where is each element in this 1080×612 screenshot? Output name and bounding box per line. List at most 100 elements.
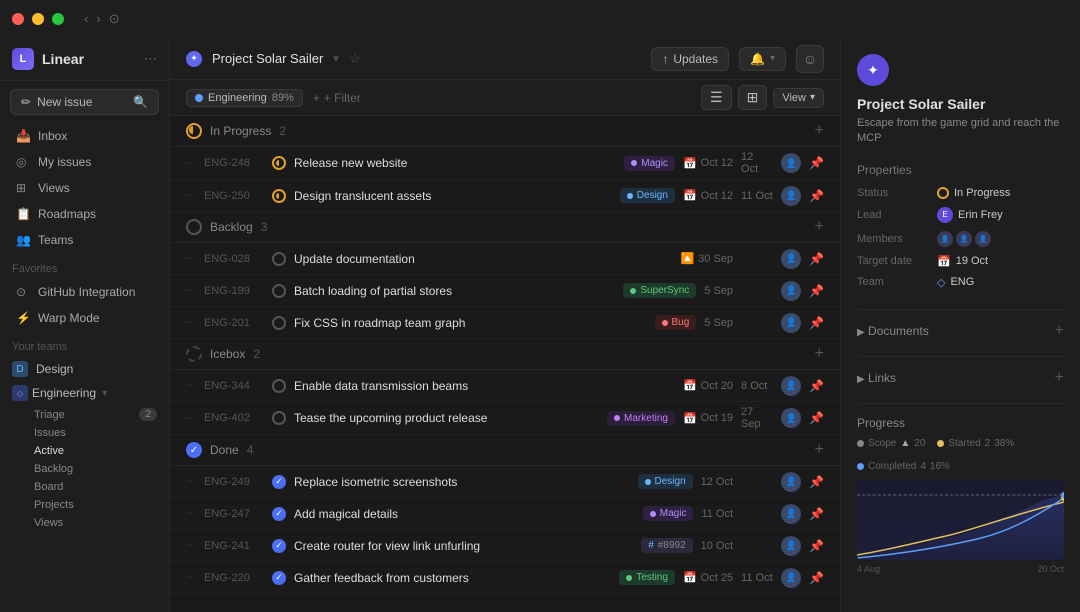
issue-title: Gather feedback from customers <box>294 571 611 585</box>
divider <box>857 356 1064 357</box>
new-issue-label: New issue <box>37 95 92 109</box>
issue-tag[interactable]: Bug <box>655 315 697 330</box>
issue-title: Add magical details <box>294 507 635 521</box>
list-icon: ☰ <box>710 89 723 106</box>
status-icon: ✓ <box>272 571 286 585</box>
issue-date: 🔼30 Sep <box>680 252 733 265</box>
table-row[interactable]: ⋯ ENG-028 Update documentation 🔼30 Sep 👤… <box>170 243 840 275</box>
group-header-icebox[interactable]: Icebox 2 + <box>170 339 840 370</box>
status-icon <box>272 189 286 203</box>
sidebar-item-github[interactable]: ⊙ GitHub Integration <box>4 280 165 304</box>
issue-tag[interactable]: Testing <box>619 570 675 585</box>
table-row[interactable]: ⋯ ENG-248 Release new website Magic 📅Oct… <box>170 147 840 180</box>
status-icon <box>272 252 286 266</box>
issue-tag[interactable]: Magic <box>624 156 675 171</box>
sidebar-menu-icon[interactable]: ⋯ <box>144 51 157 67</box>
pin-icon: 📌 <box>809 189 824 203</box>
add-in-progress-button[interactable]: + <box>815 122 824 140</box>
sidebar-item-triage[interactable]: Triage 2 <box>0 405 169 424</box>
issue-date: 5 Sep <box>704 317 733 329</box>
progress-chart <box>857 480 1064 560</box>
completed-legend: Completed 4 16% <box>857 461 950 472</box>
history-button[interactable]: ⊙ <box>109 11 120 27</box>
issue-tag[interactable]: Design <box>620 188 675 203</box>
add-filter-button[interactable]: + + Filter <box>313 91 361 105</box>
member-avatar: 👤 <box>937 231 953 247</box>
issue-id: ENG-220 <box>204 572 264 584</box>
table-row[interactable]: ⋯ ENG-201 Fix CSS in roadmap team graph … <box>170 307 840 339</box>
scope-dot <box>857 440 864 447</box>
sidebar-item-issues[interactable]: Issues <box>0 424 169 442</box>
engineering-filter[interactable]: Engineering 89% <box>186 89 303 107</box>
issue-tag[interactable]: ##8992 <box>641 538 692 553</box>
started-dot <box>937 440 944 447</box>
list-view-button[interactable]: ☰ <box>701 85 732 110</box>
group-header-backlog[interactable]: Backlog 3 + <box>170 212 840 243</box>
members-property: Members 👤 👤 👤 <box>857 231 1064 247</box>
issue-due-date: 12 Oct <box>741 151 773 175</box>
views-icon: ⊞ <box>16 181 30 195</box>
group-header-in-progress[interactable]: In Progress 2 + <box>170 116 840 147</box>
sidebar-item-inbox[interactable]: 📥 Inbox <box>4 124 165 148</box>
sidebar-item-warp[interactable]: ⚡ Warp Mode <box>4 306 165 330</box>
lead-label: Lead <box>857 209 929 221</box>
pin-icon: 📌 <box>809 539 824 553</box>
drag-handle-icon: ⋯ <box>186 572 196 583</box>
new-issue-button[interactable]: ✏ New issue 🔍 <box>10 89 159 115</box>
table-row[interactable]: ⋯ ENG-402 Tease the upcoming product rel… <box>170 402 840 435</box>
sidebar-item-projects[interactable]: Projects <box>0 496 169 514</box>
sidebar-item-roadmaps[interactable]: 📋 Roadmaps <box>4 202 165 226</box>
updates-button[interactable]: ↑ Updates <box>651 47 729 71</box>
chevron-down-icon[interactable]: ▾ <box>333 52 339 65</box>
add-link-button[interactable]: + <box>1055 369 1064 387</box>
table-row[interactable]: ⋯ ENG-250 Design translucent assets Desi… <box>170 180 840 212</box>
issue-tag[interactable]: Marketing <box>607 411 675 426</box>
search-icon[interactable]: 🔍 <box>133 95 148 109</box>
panel-project-name: Project Solar Sailer <box>857 96 1064 112</box>
add-icebox-button[interactable]: + <box>815 345 824 363</box>
maximize-button[interactable] <box>52 13 64 25</box>
grid-view-button[interactable]: ⊞ <box>738 85 768 110</box>
tag-dot <box>631 160 637 166</box>
priority-icon: 🔼 <box>680 252 694 265</box>
add-backlog-button[interactable]: + <box>815 218 824 236</box>
add-document-button[interactable]: + <box>1055 322 1064 340</box>
star-icon[interactable]: ☆ <box>349 51 361 67</box>
group-header-done[interactable]: ✓ Done 4 + <box>170 435 840 466</box>
table-row[interactable]: ⋯ ENG-241 ✓ Create router for view link … <box>170 530 840 562</box>
status-icon <box>272 411 286 425</box>
table-row[interactable]: ⋯ ENG-199 Batch loading of partial store… <box>170 275 840 307</box>
done-icon: ✓ <box>186 442 202 458</box>
sidebar-item-teams[interactable]: 👥 Teams <box>4 228 165 252</box>
sidebar-item-design[interactable]: D Design <box>0 357 169 381</box>
sidebar-item-backlog[interactable]: Backlog <box>0 460 169 478</box>
table-row[interactable]: ⋯ ENG-249 ✓ Replace isometric screenshot… <box>170 466 840 498</box>
avatar-button[interactable]: ☺ <box>796 45 824 73</box>
team-icon: ◇ <box>937 276 945 289</box>
close-button[interactable] <box>12 13 24 25</box>
sidebar-item-my-issues[interactable]: ◎ My issues <box>4 150 165 174</box>
back-button[interactable]: ‹ <box>84 11 88 27</box>
issue-tag[interactable]: SuperSync <box>623 283 696 298</box>
table-row[interactable]: ⋯ ENG-247 ✓ Add magical details Magic 11… <box>170 498 840 530</box>
add-done-button[interactable]: + <box>815 441 824 459</box>
triage-badge: 2 <box>139 408 157 421</box>
forward-button[interactable]: › <box>96 11 100 27</box>
issue-tag[interactable]: Design <box>638 474 693 489</box>
issue-id: ENG-402 <box>204 412 264 424</box>
table-row[interactable]: ⋯ ENG-220 ✓ Gather feedback from custome… <box>170 562 840 594</box>
minimize-button[interactable] <box>32 13 44 25</box>
progress-legend: Scope ▲ 20 Started 2 38% Completed 4 16% <box>857 438 1064 472</box>
issue-date: 📅Oct 19 <box>683 412 733 425</box>
table-row[interactable]: ⋯ ENG-344 Enable data transmission beams… <box>170 370 840 402</box>
sidebar-item-eng-views[interactable]: Views <box>0 514 169 532</box>
sidebar-item-views[interactable]: ⊞ Views <box>4 176 165 200</box>
issue-tag[interactable]: Magic <box>643 506 694 521</box>
notifications-button[interactable]: 🔔 ▾ <box>739 47 786 71</box>
sidebar-item-board[interactable]: Board <box>0 478 169 496</box>
view-dropdown-button[interactable]: View ▾ <box>773 88 824 108</box>
sidebar-item-engineering[interactable]: ◇ Engineering ▾ <box>0 381 169 405</box>
sidebar-item-active[interactable]: Active <box>0 442 169 460</box>
grid-icon: ⊞ <box>747 89 759 106</box>
issue-title: Create router for view link unfurling <box>294 539 633 553</box>
